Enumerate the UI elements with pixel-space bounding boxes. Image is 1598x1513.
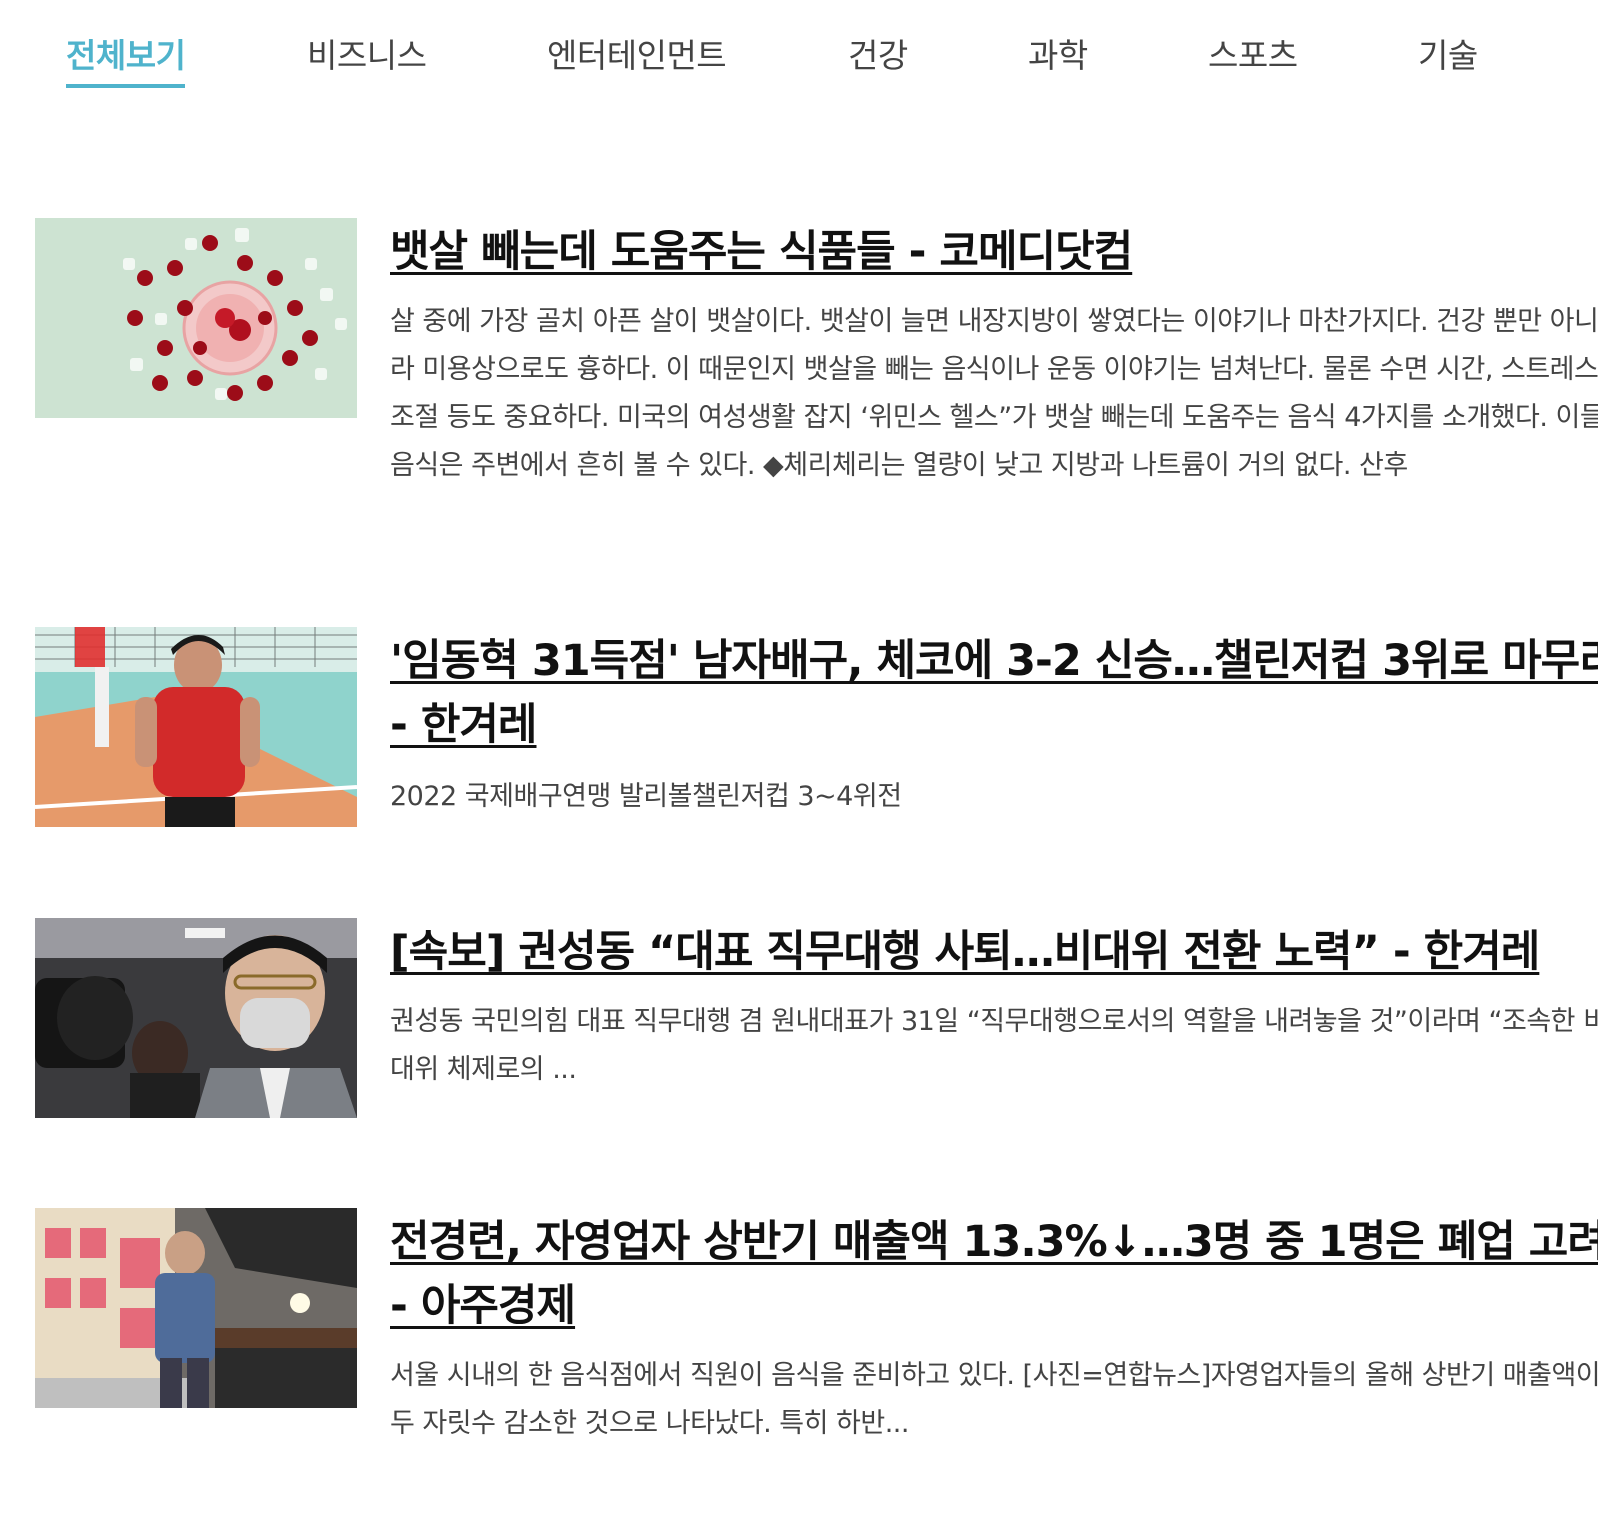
article-title-link[interactable]: '임동혁 31득점' 남자배구, 체코에 3-2 신승…챌린저컵 3위로 마무리… xyxy=(390,629,1598,757)
article-summary: 2022 국제배구연맹 발리볼챌린저컵 3~4위전 xyxy=(390,781,902,812)
article-summary: 살 중에 가장 골치 아픈 살이 뱃살이다. 뱃살이 늘면 내장지방이 쌓였다는… xyxy=(390,306,1598,481)
cherries-drink-image xyxy=(35,218,357,418)
article-title-link[interactable]: 전경련, 자영업자 상반기 매출액 13.3%↓…3명 중 1명은 폐업 고려 … xyxy=(390,1210,1598,1338)
article-summary: 권성동 국민의힘 대표 직무대행 겸 원내대표가 31일 “직무대행으로서의 역… xyxy=(390,1006,1598,1085)
article-thumbnail[interactable] xyxy=(35,1208,357,1408)
article-thumbnail[interactable] xyxy=(35,218,357,418)
tab-business[interactable]: 비즈니스 xyxy=(307,32,427,80)
article-thumbnail[interactable] xyxy=(35,918,357,1118)
tab-health[interactable]: 건강 xyxy=(848,32,908,80)
restaurant-grill-image xyxy=(35,1208,357,1408)
tab-sports[interactable]: 스포츠 xyxy=(1208,32,1298,80)
tab-technology[interactable]: 기술 xyxy=(1418,32,1478,80)
article-summary: 서울 시내의 한 음식점에서 직원이 음식을 준비하고 있다. [사진=연합뉴스… xyxy=(390,1360,1598,1439)
politician-press-image xyxy=(35,918,357,1118)
article-text: 전경련, 자영업자 상반기 매출액 13.3%↓…3명 중 1명은 폐업 고려 … xyxy=(390,1208,1598,1448)
tab-entertainment[interactable]: 엔터테인먼트 xyxy=(547,32,727,80)
article-text: 뱃살 빼는데 도움주는 식품들 - 코메디닷컴 살 중에 가장 골치 아픈 살이… xyxy=(390,218,1598,490)
category-tabs: 전체보기 비즈니스 엔터테인먼트 건강 과학 스포츠 기술 xyxy=(0,0,1598,100)
article-text: [속보] 권성동 “대표 직무대행 사퇴…비대위 전환 노력” - 한겨레 권성… xyxy=(390,918,1598,1094)
volleyball-player-image xyxy=(35,627,357,827)
article-text: '임동혁 31득점' 남자배구, 체코에 3-2 신승…챌린저컵 3위로 마무리… xyxy=(390,627,1598,821)
tab-all[interactable]: 전체보기 xyxy=(66,32,186,88)
article-thumbnail[interactable] xyxy=(35,627,357,827)
tab-science[interactable]: 과학 xyxy=(1028,32,1088,80)
article-title-link[interactable]: [속보] 권성동 “대표 직무대행 사퇴…비대위 전환 노력” - 한겨레 xyxy=(390,920,1598,984)
article-title-link[interactable]: 뱃살 빼는데 도움주는 식품들 - 코메디닷컴 xyxy=(390,220,1598,284)
